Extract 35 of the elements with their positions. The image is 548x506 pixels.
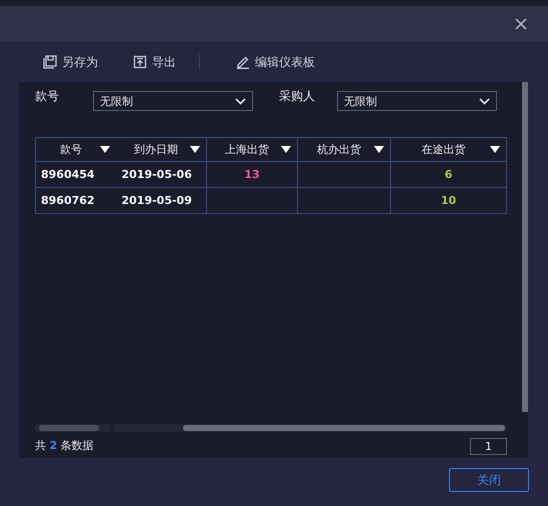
horizontal-scrollbar[interactable] [35,424,507,432]
column-header[interactable]: 款号 [36,138,116,162]
record-count: 共 2 条数据 [35,438,94,453]
sort-caret-icon[interactable] [100,146,110,153]
pencil-icon [236,55,250,69]
column-header[interactable]: 在途出货 [390,138,506,162]
filter-label: 采购人 [279,88,316,105]
chevron-down-icon [235,98,246,104]
table-cell: 13 [206,162,298,188]
save-icon [43,55,57,69]
sort-caret-icon[interactable] [190,146,200,153]
export-icon [133,55,147,69]
table-cell: 6 [390,162,506,188]
sort-caret-icon[interactable] [490,146,500,153]
filter-select[interactable]: 无限制 [337,91,497,111]
toolbar-button[interactable]: 另存为 [43,54,98,70]
close-icon[interactable] [515,18,527,30]
vertical-scrollbar[interactable] [522,82,528,412]
page-input[interactable]: 1 [470,438,507,455]
table-cell: 2019-05-09 [116,188,206,214]
filter-label: 款号 [35,88,60,105]
table-cell: 8960454 [36,162,116,188]
toolbar-button[interactable]: 编辑仪表板 [236,54,315,70]
chevron-down-icon [479,98,490,104]
toolbar-button[interactable]: 导出 [133,54,176,70]
table-cell: 8960762 [36,188,116,214]
column-header[interactable]: 杭办出货 [298,138,390,162]
table-cell: 2019-05-06 [116,162,206,188]
column-header[interactable]: 上海出货 [206,138,298,162]
filter-select[interactable]: 无限制 [93,91,253,111]
table-cell: 10 [390,188,506,214]
column-header[interactable]: 到办日期 [116,138,206,162]
close-button[interactable]: 关闭 [449,468,529,492]
sort-caret-icon[interactable] [374,146,384,153]
sort-caret-icon[interactable] [281,146,291,153]
